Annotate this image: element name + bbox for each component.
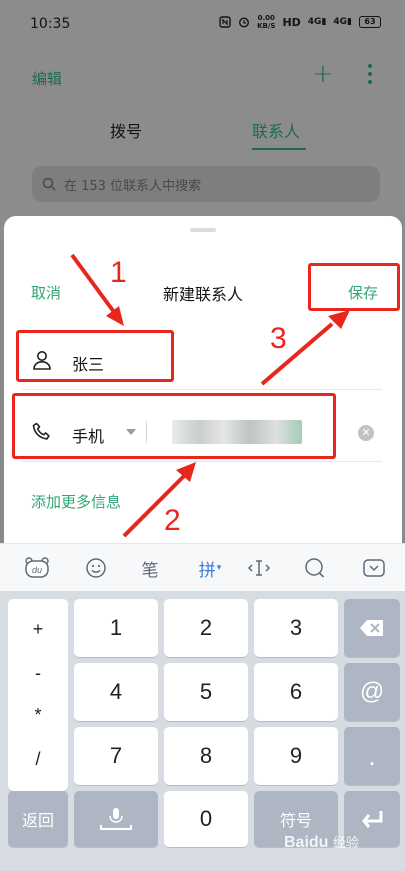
key-4[interactable]: 4 (74, 663, 158, 721)
chevron-down-icon[interactable] (126, 429, 136, 435)
microphone-icon (100, 808, 132, 830)
status-bar: 10:35 0.00 KB/S HD 4G▮ 4G▮ 63 (0, 0, 405, 46)
numeric-keyboard: + - * / 1 2 3 4 5 6 @ 7 8 9 . 返回 0 符号 (0, 591, 405, 871)
status-icons: 0.00 KB/S HD 4G▮ 4G▮ 63 (219, 14, 381, 30)
symbol-column: + - * / (8, 599, 68, 791)
baidu-input-logo-icon[interactable]: du (24, 556, 50, 580)
backspace-icon[interactable] (344, 599, 400, 657)
enter-icon[interactable] (344, 791, 400, 847)
pinyin-mode-button[interactable]: 拼 ▾ (193, 556, 227, 581)
handwriting-button[interactable]: 笔 (138, 556, 162, 581)
phone-icon (32, 422, 50, 440)
key-9[interactable]: 9 (254, 727, 338, 785)
alarm-icon (239, 17, 250, 28)
phone-field-row[interactable]: 手机 ✕ (22, 402, 382, 462)
search-placeholder: 在 153 位联系人中搜索 (64, 178, 202, 194)
person-icon (33, 351, 51, 370)
save-button[interactable]: 保存 (348, 282, 378, 303)
contact-search-bar[interactable]: 在 153 位联系人中搜索 (32, 166, 380, 202)
symbol-key-asterisk[interactable]: * (8, 705, 68, 726)
sheet-title: 新建联系人 (162, 285, 243, 304)
search-icon[interactable] (303, 556, 327, 580)
edit-button[interactable]: 编辑 (32, 68, 62, 89)
keyboard-toolbar: du 笔 拼 ▾ (0, 543, 405, 591)
return-button[interactable]: 返回 (8, 791, 68, 847)
search-icon (42, 177, 56, 191)
battery-icon: 63 (359, 16, 381, 28)
signal-icon: 4G▮ (307, 17, 327, 27)
key-dot[interactable]: . (344, 727, 400, 785)
signal-icon-2: 4G▮ (333, 17, 352, 27)
phone-number-input[interactable] (162, 416, 342, 448)
key-0[interactable]: 0 (164, 791, 248, 847)
network-speed: 0.00 KB/S (257, 14, 276, 30)
hd-indicator: HD (282, 15, 301, 29)
symbol-key-plus[interactable]: + (8, 619, 68, 640)
space-mic-key[interactable] (74, 791, 158, 847)
key-6[interactable]: 6 (254, 663, 338, 721)
key-5[interactable]: 5 (164, 663, 248, 721)
name-field-row[interactable]: 张三 (22, 330, 382, 390)
active-tab-indicator (252, 148, 306, 150)
symbol-key-minus[interactable]: - (8, 663, 68, 684)
cursor-move-icon[interactable] (246, 556, 272, 580)
key-1[interactable]: 1 (74, 599, 158, 657)
emoji-icon[interactable] (84, 556, 108, 580)
key-at[interactable]: @ (344, 663, 400, 721)
phone-type-select[interactable]: 手机 (72, 423, 104, 447)
svg-text:du: du (32, 565, 42, 575)
field-divider (146, 421, 147, 443)
nfc-icon (219, 16, 231, 28)
key-2[interactable]: 2 (164, 599, 248, 657)
plus-icon[interactable]: + (312, 59, 334, 89)
clear-icon[interactable]: ✕ (358, 425, 374, 441)
symbol-key-slash[interactable]: / (8, 749, 68, 770)
contacts-tabs: 拨号 联系人 (0, 114, 405, 154)
key-8[interactable]: 8 (164, 727, 248, 785)
tab-contacts[interactable]: 联系人 (252, 118, 300, 142)
hide-keyboard-icon[interactable] (362, 556, 386, 580)
key-3[interactable]: 3 (254, 599, 338, 657)
status-time: 10:35 (30, 16, 71, 32)
name-input[interactable]: 张三 (72, 351, 104, 375)
key-7[interactable]: 7 (74, 727, 158, 785)
sheet-grabber[interactable] (190, 228, 216, 232)
tab-dial[interactable]: 拨号 (110, 118, 142, 142)
more-vertical-icon[interactable] (364, 64, 376, 90)
symbols-button[interactable]: 符号 (254, 791, 338, 847)
contacts-header: 编辑 + (0, 46, 405, 106)
add-more-info-button[interactable]: 添加更多信息 (31, 491, 121, 512)
background-contacts-app: 10:35 0.00 KB/S HD 4G▮ 4G▮ 63 编辑 + 拨号 联系人… (0, 0, 405, 240)
